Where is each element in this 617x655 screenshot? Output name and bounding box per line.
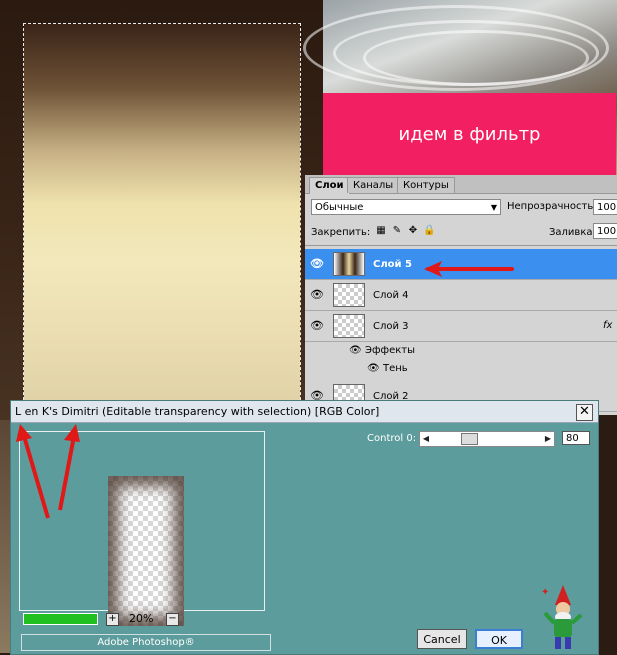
- ok-button[interactable]: OK: [475, 629, 523, 649]
- svg-text:✦: ✦: [541, 587, 549, 598]
- preview-image[interactable]: [108, 476, 184, 626]
- lock-label: Закрепить:: [311, 227, 371, 238]
- opacity-label: Непрозрачность:: [507, 201, 597, 212]
- effects-row[interactable]: 👁 Эффекты: [305, 343, 617, 361]
- move-icon[interactable]: ✥: [407, 225, 419, 237]
- dropdown-arrow-icon: ▼: [490, 203, 497, 212]
- layer-thumbnail: [333, 314, 365, 338]
- control-label: Control 0:: [367, 433, 417, 444]
- lock-transparency-icon[interactable]: ▦: [375, 225, 387, 237]
- shadow-effect-row[interactable]: 👁 Тень: [305, 361, 617, 379]
- zoom-out-button[interactable]: −: [166, 613, 179, 626]
- padlock-icon[interactable]: 🔒: [423, 225, 435, 237]
- layer-row-4[interactable]: 👁 Слой 4: [305, 280, 617, 311]
- tab-layers[interactable]: Слои: [309, 177, 350, 194]
- slider-right-arrow-icon[interactable]: ▶: [542, 432, 554, 446]
- layer-row-3[interactable]: 👁 Слой 3 fx: [305, 311, 617, 342]
- layer-name[interactable]: Слой 3: [373, 321, 409, 332]
- shadow-label: Тень: [383, 363, 408, 374]
- red-arrow-layer: [424, 261, 516, 277]
- close-button[interactable]: ✕: [576, 404, 593, 421]
- layers-panel: Слои Каналы Контуры Обычные ▼ Непрозрачн…: [305, 175, 617, 415]
- layer-name[interactable]: Слой 4: [373, 290, 409, 301]
- layer-thumbnail: [333, 252, 365, 276]
- gnome-mascot-icon: ✦: [541, 585, 583, 649]
- brush-icon[interactable]: ✎: [391, 225, 403, 237]
- control-slider[interactable]: ◀ ▶: [419, 431, 555, 447]
- eye-icon[interactable]: 👁: [309, 287, 325, 303]
- layer-thumbnail: [333, 283, 365, 307]
- panel-tabs: Слои Каналы Контуры: [305, 175, 617, 194]
- fx-badge[interactable]: fx: [603, 320, 612, 331]
- control-value-field[interactable]: 80: [562, 431, 590, 445]
- eye-icon[interactable]: 👁: [309, 256, 325, 272]
- banner-text: идем в фильтр: [398, 123, 541, 145]
- arrow-head-icon: [424, 261, 442, 277]
- dialog-title: L en K's Dimitri (Editable transparency …: [11, 401, 598, 423]
- fill-label: Заливка:: [549, 227, 596, 238]
- document-canvas-selection[interactable]: [23, 23, 301, 425]
- cancel-button[interactable]: Cancel: [417, 629, 467, 649]
- tab-channels[interactable]: Каналы: [347, 177, 400, 193]
- blend-mode-select[interactable]: Обычные ▼: [311, 199, 501, 215]
- eye-icon[interactable]: 👁: [367, 363, 380, 374]
- red-arrows-title: [16, 424, 80, 519]
- filter-dialog: L en K's Dimitri (Editable transparency …: [10, 400, 599, 655]
- slider-thumb[interactable]: [460, 433, 478, 445]
- tab-paths[interactable]: Контуры: [397, 177, 455, 193]
- zoom-value: 20%: [129, 612, 154, 625]
- eye-icon[interactable]: 👁: [309, 318, 325, 334]
- host-app-label: Adobe Photoshop®: [21, 634, 271, 651]
- instruction-banner: идем в фильтр: [323, 93, 616, 175]
- slider-left-arrow-icon[interactable]: ◀: [420, 432, 432, 446]
- zoom-in-button[interactable]: +: [106, 613, 119, 626]
- fill-field[interactable]: 100: [593, 223, 617, 239]
- eye-icon[interactable]: 👁: [349, 345, 362, 356]
- blend-mode-value: Обычные: [315, 202, 364, 213]
- progress-bar: [23, 613, 98, 625]
- effects-label: Эффекты: [365, 345, 415, 356]
- divider: [305, 245, 617, 246]
- opacity-field[interactable]: 100: [593, 199, 617, 215]
- layer-name[interactable]: Слой 5: [373, 259, 412, 270]
